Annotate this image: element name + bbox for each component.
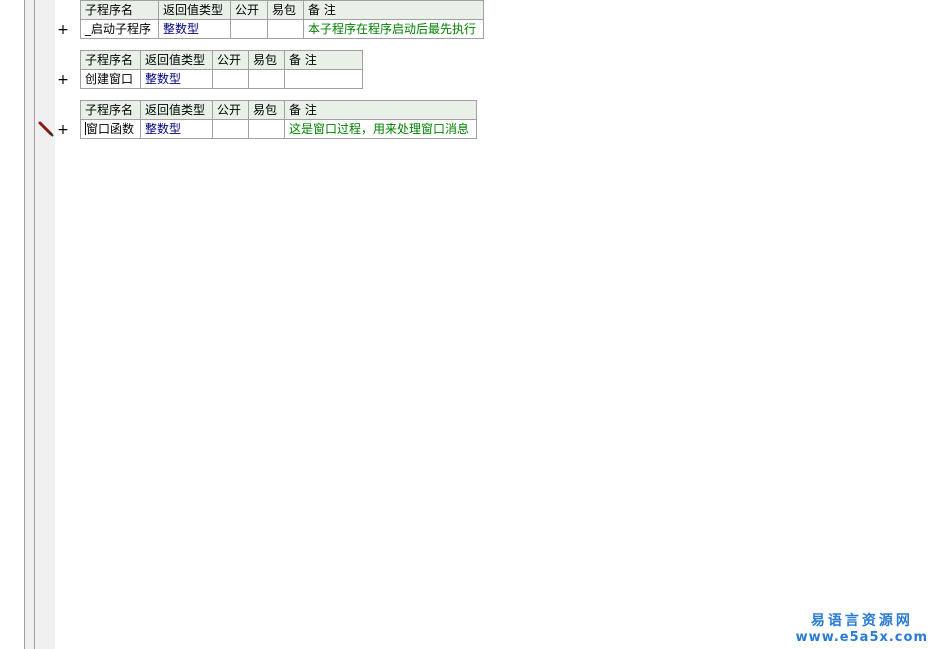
watermark: 易语言资源网 www.e5a5x.com [796, 610, 928, 645]
line-marker-margin [35, 0, 55, 649]
header-name: 子程序名 [80, 100, 141, 120]
public-cell[interactable] [212, 119, 249, 139]
table-header-row: 子程序名 返回值类型 公开 易包 备 注 [80, 100, 477, 120]
left-gutter [0, 0, 24, 649]
header-note: 备 注 [303, 0, 484, 20]
return-type-cell[interactable]: 整数型 [158, 19, 231, 39]
breakpoint-margin[interactable] [25, 0, 34, 649]
expand-toggle-3[interactable]: + [57, 123, 69, 137]
note-cell[interactable]: 本子程序在程序启动后最先执行 [303, 19, 484, 39]
watermark-en: www.e5a5x.com [795, 630, 928, 645]
return-type-cell[interactable]: 整数型 [140, 69, 213, 89]
subroutine-name-cell[interactable]: 窗口函数 [80, 119, 141, 139]
public-cell[interactable] [212, 69, 249, 89]
header-public: 公开 [212, 50, 249, 70]
subroutine-name-cell[interactable]: _启动子程序 [80, 19, 159, 39]
note-cell[interactable]: 这是窗口过程，用来处理窗口消息 [284, 119, 477, 139]
edit-pencil-icon [38, 121, 54, 137]
header-public: 公开 [230, 0, 268, 20]
header-name: 子程序名 [80, 50, 141, 70]
subroutine-name-cell[interactable]: 创建窗口 [80, 69, 141, 89]
expand-toggle-2[interactable]: + [57, 73, 69, 87]
header-note: 备 注 [284, 50, 363, 70]
subroutine-row: _启动子程序 整数型 本子程序在程序启动后最先执行 [80, 19, 484, 39]
public-cell[interactable] [230, 19, 268, 39]
subroutine-table-1: 子程序名 返回值类型 公开 易包 备 注 _启动子程序 整数型 本子程序在程序启… [80, 0, 484, 39]
watermark-cn: 易语言资源网 [810, 613, 913, 629]
table-header-row: 子程序名 返回值类型 公开 易包 备 注 [80, 0, 484, 20]
header-return-type: 返回值类型 [140, 100, 213, 120]
note-cell[interactable] [284, 69, 363, 89]
table-header-row: 子程序名 返回值类型 公开 易包 备 注 [80, 50, 363, 70]
return-type-cell[interactable]: 整数型 [140, 119, 213, 139]
subroutine-name-text: 窗口函数 [86, 122, 135, 136]
header-easy-pack: 易包 [248, 100, 285, 120]
header-return-type: 返回值类型 [140, 50, 213, 70]
subroutine-table-2: 子程序名 返回值类型 公开 易包 备 注 创建窗口 整数型 [80, 50, 363, 89]
easy-pack-cell[interactable] [267, 19, 304, 39]
header-return-type: 返回值类型 [158, 0, 231, 20]
easy-pack-cell[interactable] [248, 119, 285, 139]
header-name: 子程序名 [80, 0, 159, 20]
header-easy-pack: 易包 [267, 0, 304, 20]
header-easy-pack: 易包 [248, 50, 285, 70]
subroutine-row: 窗口函数 整数型 这是窗口过程，用来处理窗口消息 [80, 119, 477, 139]
easy-pack-cell[interactable] [248, 69, 285, 89]
subroutine-row: 创建窗口 整数型 [80, 69, 363, 89]
expand-toggle-1[interactable]: + [57, 23, 69, 37]
header-note: 备 注 [284, 100, 477, 120]
subroutine-table-3: 子程序名 返回值类型 公开 易包 备 注 窗口函数 整数型 这是窗口过程，用来处… [80, 100, 477, 139]
header-public: 公开 [212, 100, 249, 120]
